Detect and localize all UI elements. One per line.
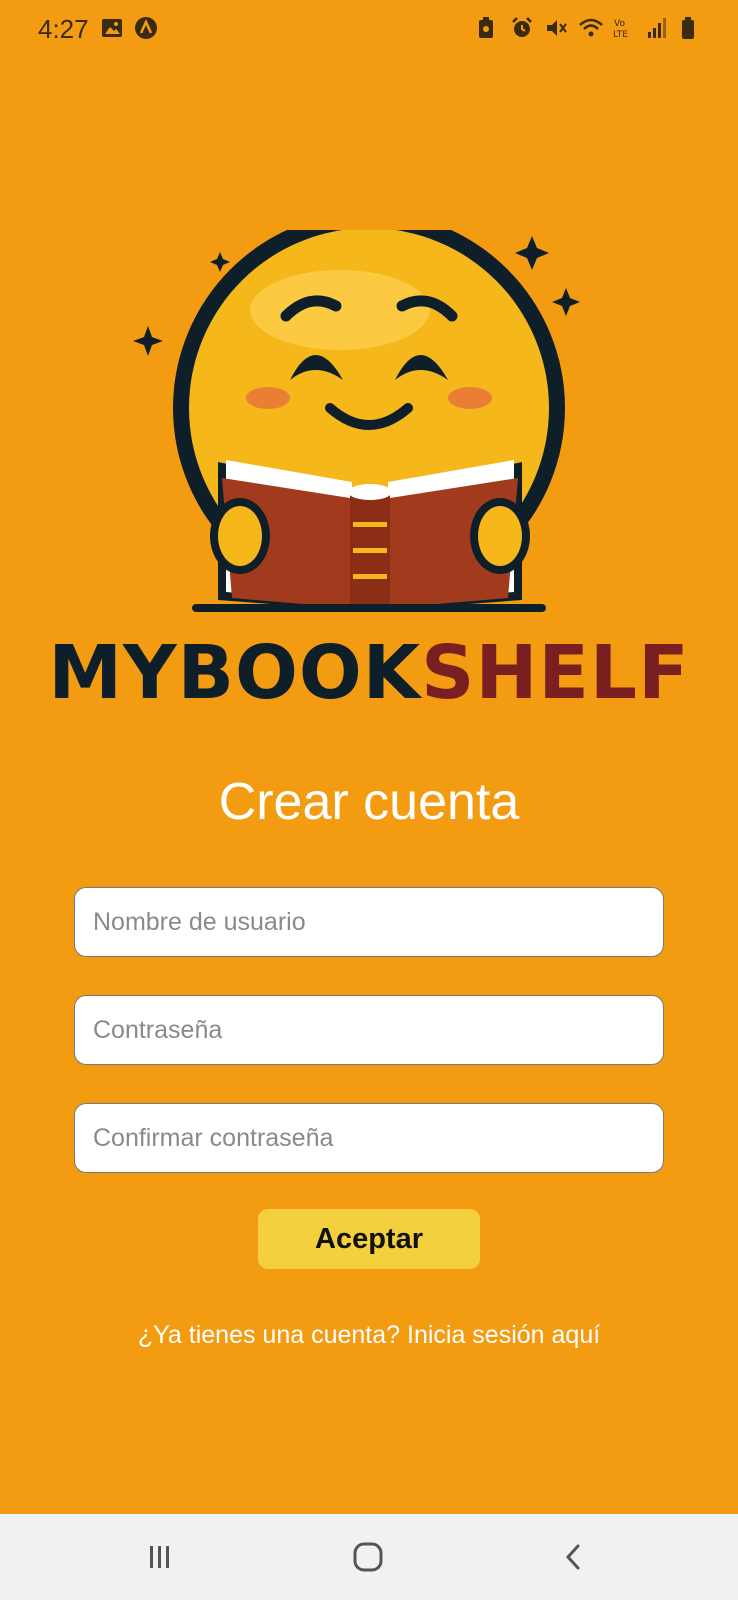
signal-icon: [646, 16, 670, 40]
wifi-icon: [578, 16, 603, 40]
username-field[interactable]: [74, 887, 664, 957]
image-icon: [100, 16, 124, 40]
svg-text:Vo: Vo: [614, 19, 625, 29]
page-title: Crear cuenta: [218, 773, 520, 831]
brand-logo-text: MYBOOKSHELF: [0, 630, 738, 716]
smiley-reading-book-icon: [133, 212, 580, 612]
navigation-bar: [0, 1514, 738, 1600]
volte-icon: Vo LTE: [612, 16, 636, 40]
svg-text:LTE: LTE: [613, 30, 628, 40]
brand-part1: MYBOOK: [48, 630, 422, 716]
brand-part2: SHELF: [421, 630, 690, 716]
status-bar: 4:27 Vo LTE: [0, 0, 738, 58]
recents-button[interactable]: [130, 1532, 190, 1582]
status-right-icons: Vo LTE: [476, 16, 704, 40]
confirm-password-field[interactable]: [74, 1103, 664, 1173]
battery-saver-icon: [476, 16, 500, 40]
app-notification-icon: [134, 16, 158, 40]
alarm-icon: [510, 16, 534, 40]
home-button[interactable]: [338, 1532, 398, 1582]
status-time: 4:27: [38, 14, 89, 44]
password-field[interactable]: [74, 995, 664, 1065]
accept-button[interactable]: Aceptar: [258, 1209, 480, 1269]
recents-icon: [150, 1546, 169, 1568]
battery-icon: [680, 16, 704, 40]
mute-icon: [544, 16, 568, 40]
login-link[interactable]: ¿Ya tienes una cuenta? Inicia sesión aqu…: [0, 1321, 738, 1350]
back-icon: [565, 1544, 580, 1570]
status-left-icons: [100, 16, 158, 40]
home-icon: [353, 1542, 383, 1572]
back-button[interactable]: [544, 1532, 604, 1582]
